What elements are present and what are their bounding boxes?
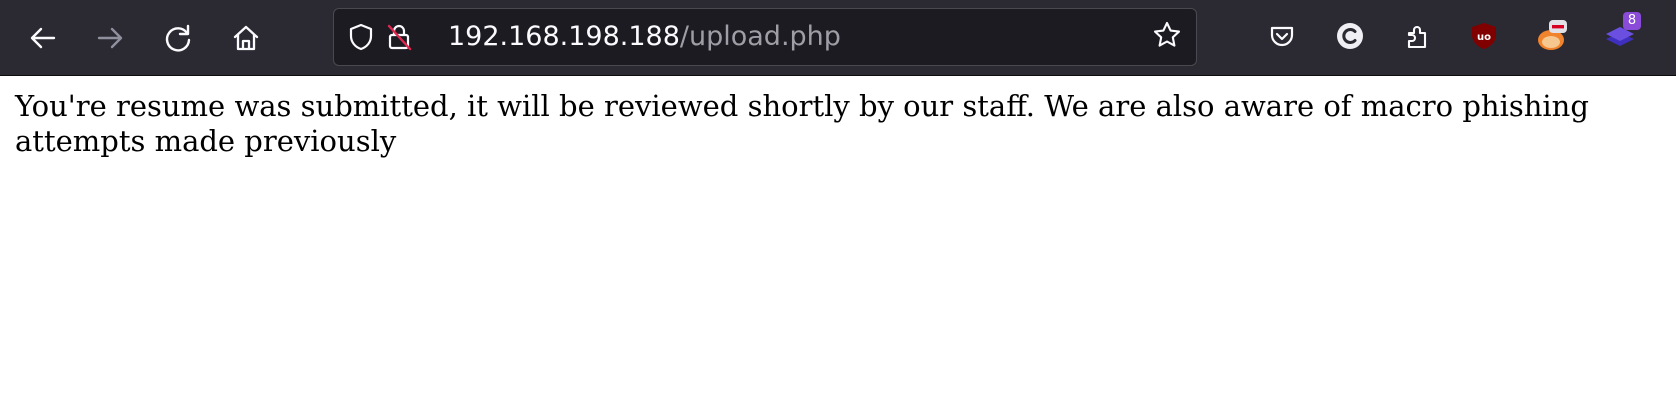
insecure-lock-icon[interactable] xyxy=(385,23,413,51)
shield-icon[interactable] xyxy=(347,23,375,51)
page-message: You're resume was submitted, it will be … xyxy=(15,89,1589,158)
extensions-button[interactable] xyxy=(1399,19,1437,57)
star-icon xyxy=(1152,20,1182,55)
foxyproxy-icon xyxy=(1535,19,1569,58)
c-extension-button[interactable] xyxy=(1331,19,1369,57)
arrow-right-icon xyxy=(95,23,125,53)
back-button[interactable] xyxy=(24,19,62,57)
foxyproxy-button[interactable] xyxy=(1533,19,1571,57)
layers-extension-button[interactable]: 8 xyxy=(1601,12,1641,57)
svg-text:uo: uo xyxy=(1477,32,1491,43)
address-bar[interactable]: 192.168.198.188/upload.php xyxy=(333,8,1197,66)
arrow-left-icon xyxy=(28,23,58,53)
pocket-icon xyxy=(1267,21,1297,56)
home-icon xyxy=(231,23,261,53)
url-text[interactable]: 192.168.198.188/upload.php xyxy=(448,9,841,65)
reload-button[interactable] xyxy=(159,19,197,57)
url-host: 192.168.198.188 xyxy=(448,21,680,52)
bookmark-button[interactable] xyxy=(1153,21,1181,51)
forward-button[interactable] xyxy=(91,19,129,57)
reload-icon xyxy=(163,23,193,53)
browser-toolbar: 192.168.198.188/upload.php uo 8 xyxy=(0,0,1676,76)
pocket-button[interactable] xyxy=(1263,19,1301,57)
puzzle-icon xyxy=(1403,21,1433,56)
url-path: /upload.php xyxy=(679,21,841,52)
layers-badge: 8 xyxy=(1623,12,1641,30)
c-extension-icon xyxy=(1335,21,1365,56)
ublock-origin-button[interactable]: uo xyxy=(1465,19,1503,57)
ublock-origin-icon: uo xyxy=(1469,21,1499,56)
home-button[interactable] xyxy=(227,19,265,57)
